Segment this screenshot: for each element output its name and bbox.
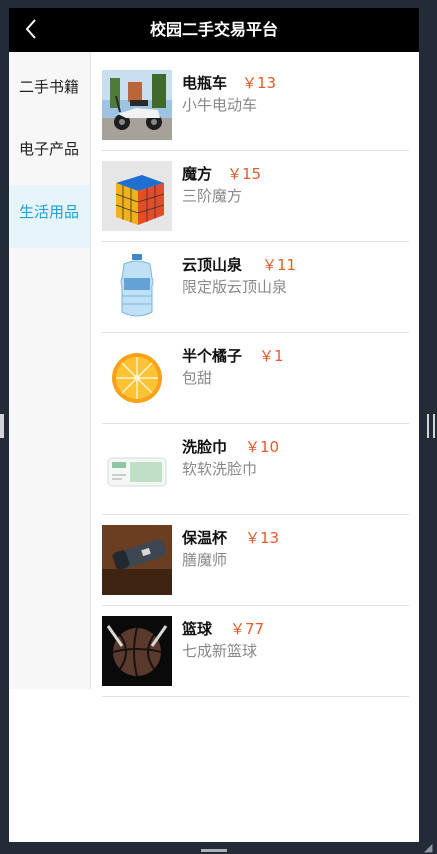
resize-corner-icon[interactable]: ◢	[424, 842, 435, 853]
product-price: ￥1	[259, 347, 284, 365]
product-description: 三阶魔方	[182, 187, 243, 205]
sidebar-item-label: 电子产品	[19, 140, 80, 158]
product-description: 限定版云顶山泉	[182, 278, 288, 296]
list-item[interactable]: 半个橘子 ￥1 包甜	[102, 333, 409, 424]
list-item[interactable]: 电瓶车 ￥13 小牛电动车	[102, 60, 409, 151]
product-name: 篮球	[182, 620, 213, 638]
product-price: ￥11	[262, 256, 297, 274]
product-price: ￥15	[227, 165, 262, 183]
sidebar-item-books[interactable]: 二手书籍	[9, 60, 90, 123]
product-name: 洗脸巾	[182, 438, 228, 456]
sidebar-item-electronics[interactable]: 电子产品	[9, 122, 90, 185]
product-description: 膳魔师	[182, 551, 228, 569]
product-name: 保温杯	[182, 529, 228, 547]
product-image-scooter	[102, 70, 172, 140]
product-description: 包甜	[182, 369, 213, 387]
product-description: 小牛电动车	[182, 96, 258, 114]
navbar: 校园二手交易平台	[9, 8, 419, 52]
product-name: 半个橘子	[182, 347, 243, 365]
resize-handle-left[interactable]	[0, 414, 4, 438]
list-item[interactable]: 洗脸巾 ￥10 软软洗脸巾	[102, 424, 409, 515]
resize-handle-bottom[interactable]	[201, 849, 227, 852]
product-name: 电瓶车	[182, 74, 228, 92]
product-price: ￥13	[245, 529, 280, 547]
product-image-thermos	[102, 525, 172, 595]
chevron-left-icon	[25, 19, 36, 39]
sidebar-item-label: 生活用品	[19, 203, 80, 221]
product-name: 云顶山泉	[182, 256, 243, 274]
product-name: 魔方	[182, 165, 213, 183]
resize-handle-right[interactable]	[427, 414, 435, 438]
phone-screen: 校园二手交易平台 二手书籍 电子产品 生活用品 电瓶车 ￥13 小牛电动车 魔方…	[9, 8, 419, 842]
list-item[interactable]: 保温杯 ￥13 膳魔师	[102, 515, 409, 606]
product-image-face-towel	[102, 434, 172, 504]
product-price: ￥77	[230, 620, 265, 638]
product-image-rubiks-cube	[102, 161, 172, 231]
product-image-basketball	[102, 616, 172, 686]
category-sidebar: 二手书籍 电子产品 生活用品	[9, 52, 91, 689]
product-image-water-jug	[102, 252, 172, 322]
product-price: ￥10	[245, 438, 280, 456]
product-image-orange	[102, 343, 172, 413]
sidebar-item-label: 二手书籍	[19, 78, 80, 96]
product-price: ￥13	[242, 74, 277, 92]
sidebar-item-daily-goods[interactable]: 生活用品	[9, 185, 90, 248]
list-item[interactable]: 云顶山泉 ￥11 限定版云顶山泉	[102, 242, 409, 333]
app-frame: ◢ 校园二手交易平台 二手书籍 电子产品 生活用品 电瓶车 ￥13 小牛电动车 …	[0, 0, 437, 854]
product-description: 软软洗脸巾	[182, 460, 258, 478]
page-title: 校园二手交易平台	[149, 20, 278, 39]
list-item[interactable]: 魔方 ￥15 三阶魔方	[102, 151, 409, 242]
product-description: 七成新篮球	[182, 642, 258, 660]
list-item[interactable]: 篮球 ￥77 七成新篮球	[102, 606, 409, 697]
back-button[interactable]	[17, 14, 45, 44]
